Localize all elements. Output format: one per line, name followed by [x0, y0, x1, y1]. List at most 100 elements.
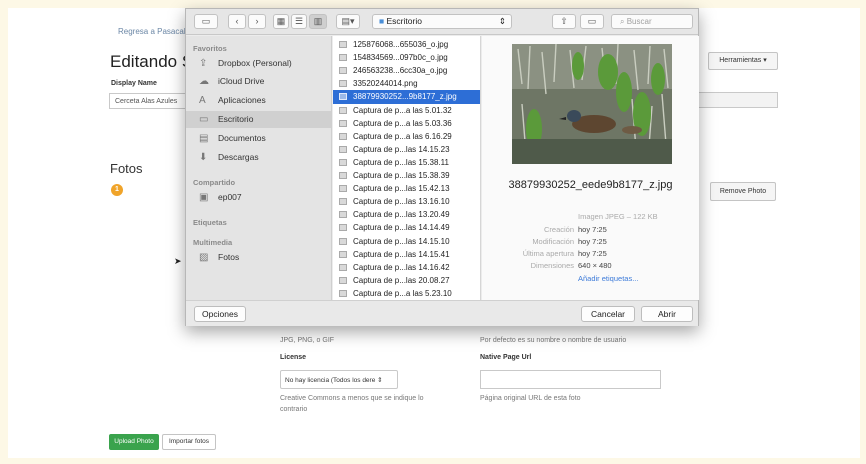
sidebar-item-photos[interactable]: ▨ Fotos — [186, 249, 331, 266]
file-row[interactable]: Captura de p...las 20.08.27 — [333, 274, 480, 287]
file-icon — [339, 263, 347, 271]
file-row[interactable]: 33520244014.png — [333, 77, 480, 90]
file-row[interactable]: Captura de p...las 15.38.11 — [333, 156, 480, 169]
sidebar-item-icloud[interactable]: ☁ iCloud Drive — [186, 73, 331, 90]
file-row[interactable]: 38879930252...9b8177_z.jpg — [333, 90, 480, 104]
arrange-icon[interactable]: ▤▾ — [336, 14, 360, 29]
native-url-input[interactable] — [480, 370, 661, 389]
file-icon — [339, 158, 347, 166]
file-row[interactable]: Captura de p...las 14.15.41 — [333, 248, 480, 261]
meta-opened-value: hoy 7:25 — [578, 249, 607, 258]
file-row[interactable]: Captura de p...las 14.16.42 — [333, 261, 480, 274]
file-row[interactable]: Captura de p...las 14.14.49 — [333, 221, 480, 234]
file-name: Captura de p...las 15.38.11 — [353, 157, 449, 167]
sidebar-item-label: Fotos — [218, 252, 240, 262]
cancel-button[interactable]: Cancelar — [581, 306, 635, 322]
preview-pane: 38879930252_eede9b8177_z.jpg Imagen JPEG… — [482, 36, 699, 300]
file-row[interactable]: 154834569...097b0c_o.jpg — [333, 51, 480, 64]
meta-dimensions-label: Dimensiones — [530, 261, 574, 270]
sidebar-item-applications[interactable]: A Aplicaciones — [186, 92, 331, 109]
open-button[interactable]: Abrir — [641, 306, 693, 322]
file-name: Captura de p...las 14.15.23 — [353, 144, 450, 154]
file-row[interactable]: Captura de p...las 14.15.10 — [333, 235, 480, 248]
file-name: 154834569...097b0c_o.jpg — [353, 53, 448, 63]
back-link[interactable]: Regresa a Pasacaba — [118, 27, 193, 36]
display-name-field[interactable]: Cerceta Alas Azules — [109, 93, 194, 109]
location-popup[interactable]: ■ Escritorio ⇕ — [372, 14, 512, 29]
file-row[interactable]: Captura de p...las 14.15.23 — [333, 143, 480, 156]
sidebar-item-label: Descargas — [218, 152, 259, 162]
sidebar-item-dropbox[interactable]: ⇪ Dropbox (Personal) — [186, 55, 331, 72]
file-icon — [339, 145, 347, 153]
tools-dropdown[interactable]: Herramientas ▾ — [708, 52, 778, 70]
right-field[interactable] — [698, 92, 778, 108]
file-icon — [339, 41, 347, 48]
dropbox-icon: ⇪ — [199, 58, 208, 69]
file-icon — [339, 224, 347, 232]
file-row[interactable]: Captura de p...las 13.20.49 — [333, 208, 480, 221]
share-icon[interactable]: ⇧ — [552, 14, 576, 29]
file-name: Captura de p...las 14.15.41 — [353, 249, 450, 259]
sidebar-item-label: iCloud Drive — [218, 76, 265, 86]
tag-icon[interactable]: ▭ — [580, 14, 604, 29]
sidebar-item-downloads[interactable]: ⬇ Descargas — [186, 149, 331, 166]
file-name: Captura de p...las 15.42.13 — [353, 184, 450, 194]
chevron-left-icon[interactable]: ‹ — [228, 14, 246, 29]
file-row[interactable]: Captura de p...a las 5.23.10 — [333, 287, 480, 300]
file-name: 38879930252...9b8177_z.jpg — [353, 92, 457, 102]
meta-dimensions-value: 640 × 480 — [578, 261, 612, 270]
file-icon — [339, 80, 347, 88]
file-row[interactable]: Captura de p...las 15.42.13 — [333, 182, 480, 195]
shared-heading: Compartido — [193, 178, 236, 187]
file-name: Captura de p...a las 5.01.32 — [353, 105, 452, 115]
file-name: Captura de p...las 13.20.49 — [353, 210, 450, 220]
file-name: 246563238...6cc30a_o.jpg — [353, 66, 448, 76]
dialog-footer: Opciones Cancelar Abrir — [186, 300, 698, 326]
preview-kind: Imagen JPEG – 122 KB — [578, 212, 658, 221]
license-select[interactable]: No hay licencia (Todos los dere ⇕ — [280, 370, 398, 389]
media-heading: Multimedia — [193, 238, 233, 247]
file-name: Captura de p...a las 6.16.29 — [353, 131, 452, 141]
file-row[interactable]: Captura de p...las 15.38.39 — [333, 169, 480, 182]
photos-icon: ▨ — [199, 252, 209, 263]
location-label: Escritorio — [386, 16, 422, 26]
file-row[interactable]: 125876068...655036_o.jpg — [333, 38, 480, 51]
cloud-icon: ☁ — [199, 76, 209, 87]
file-name: 125876068...655036_o.jpg — [353, 40, 449, 49]
file-row[interactable]: Captura de p...las 13.16.10 — [333, 195, 480, 208]
sidebar-item-ep007[interactable]: ▣ ep007 — [186, 189, 331, 206]
icon-view-icon[interactable]: ▦ — [273, 14, 289, 29]
import-photos-button[interactable]: Importar fotos — [162, 434, 216, 450]
file-row[interactable]: Captura de p...a las 5.03.36 — [333, 117, 480, 130]
add-tags-link[interactable]: Añadir etiquetas... — [578, 274, 638, 283]
formats-hint: JPG, PNG, o GIF — [280, 337, 335, 344]
column-view-icon[interactable]: ▥ — [309, 14, 327, 29]
search-field[interactable]: ⌕ Buscar — [611, 14, 693, 29]
page-title: Editando S — [110, 52, 194, 71]
remove-photo-button[interactable]: Remove Photo — [710, 182, 776, 201]
file-name: Captura de p...a las 5.03.36 — [353, 118, 452, 128]
file-row[interactable]: 246563238...6cc30a_o.jpg — [333, 64, 480, 77]
license-help-2: contrario — [280, 406, 308, 413]
cursor-icon: ➤ — [174, 256, 182, 266]
file-icon — [339, 106, 347, 114]
preview-filename: 38879930252_eede9b8177_z.jpg — [508, 179, 673, 191]
updown-icon: ⇕ — [498, 16, 506, 26]
file-row[interactable]: Captura de p...a las 5.01.32 — [333, 104, 480, 117]
file-open-dialog: ▭ ‹ › ▦ ☰ ▥ ▤▾ ■ Escritorio ⇕ ⇧ ▭ ⌕ Busc… — [185, 8, 699, 326]
license-help-1: Creative Commons a menos que se indique … — [280, 395, 424, 402]
documents-icon: ▤ — [199, 133, 209, 144]
sidebar-item-label: ep007 — [218, 192, 242, 202]
sidebar-icon[interactable]: ▭ — [194, 14, 218, 29]
upload-photo-button[interactable]: Upload Photo — [109, 434, 159, 450]
sidebar-item-desktop[interactable]: ▭ Escritorio — [186, 111, 331, 128]
file-name: Captura de p...las 14.15.10 — [353, 236, 450, 246]
file-icon — [339, 172, 347, 179]
options-button[interactable]: Opciones — [194, 306, 246, 322]
list-view-icon[interactable]: ☰ — [291, 14, 307, 29]
file-row[interactable]: Captura de p...a las 6.16.29 — [333, 130, 480, 143]
chevron-right-icon[interactable]: › — [248, 14, 266, 29]
native-url-help: Página original URL de esta foto — [480, 395, 581, 402]
file-name: Captura de p...las 14.16.42 — [353, 262, 450, 272]
sidebar-item-documents[interactable]: ▤ Documentos — [186, 130, 331, 147]
